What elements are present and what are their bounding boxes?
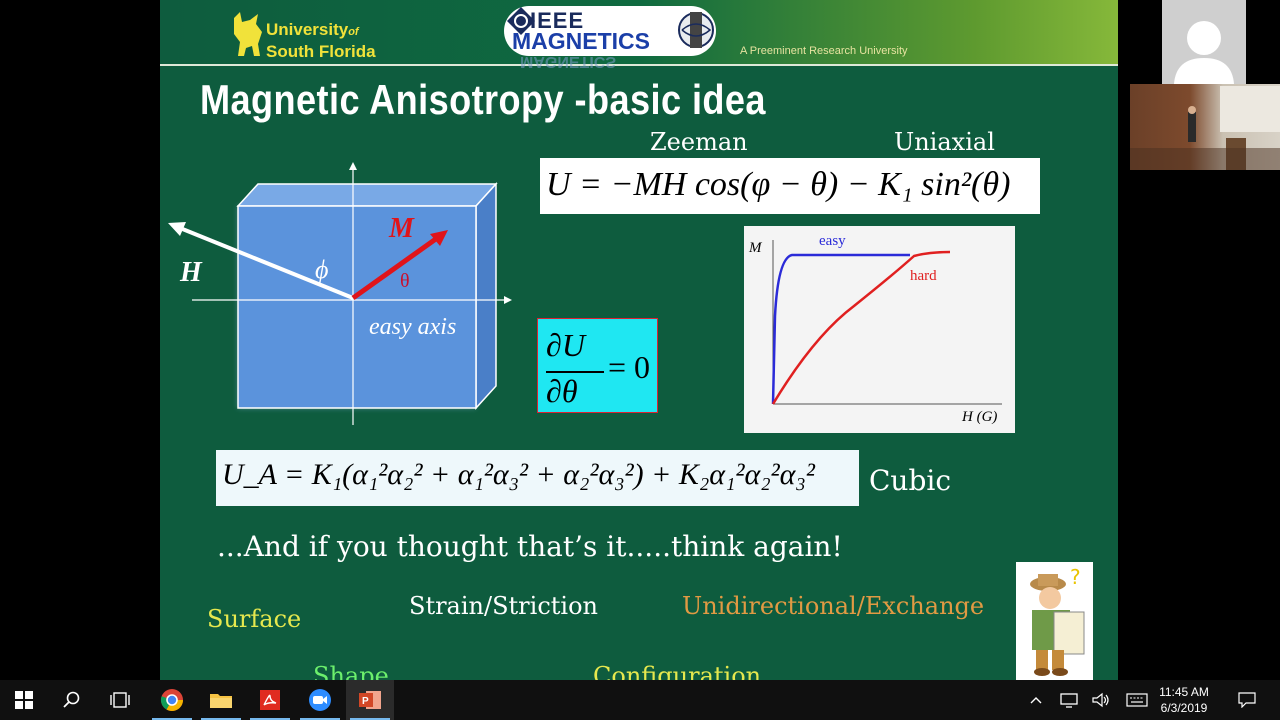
chrome-taskbar-button[interactable] [148, 680, 196, 720]
derivative-equation: ∂U ∂θ = 0 [537, 318, 658, 413]
search-icon [63, 691, 80, 708]
cube-side-face [475, 182, 497, 410]
notification-icon [1238, 692, 1256, 708]
header-divider [160, 64, 1118, 66]
touch-keyboard-button[interactable] [1120, 680, 1154, 720]
graph-y-label: M [749, 240, 762, 256]
usf-line1-small: of [348, 26, 359, 38]
zoom-icon [309, 689, 331, 711]
cube-top-face [236, 183, 498, 207]
derivative-denominator: ∂θ [546, 373, 578, 409]
cubic-label: Cubic [869, 464, 952, 497]
confused-explorer-cartoon: ? [1016, 562, 1093, 680]
taskbar-clock[interactable]: 11:45 AM 6/3/2019 [1152, 684, 1216, 716]
horizontal-axis-arrowhead [504, 296, 512, 304]
show-hidden-icons-button[interactable] [1022, 680, 1050, 720]
unidirectional-anisotropy-text: Unidirectional/Exchange [682, 592, 985, 620]
uniaxial-label: Uniaxial [894, 128, 995, 156]
clock-time: 11:45 AM [1159, 685, 1209, 699]
chevron-up-icon [1030, 697, 1042, 704]
volume-button[interactable] [1086, 680, 1116, 720]
derivative-numerator: ∂U [546, 327, 585, 363]
slide-title: Magnetic Anisotropy -basic idea [200, 76, 766, 123]
graph-x-label: H (G) [962, 409, 998, 425]
task-view-icon [110, 692, 130, 708]
svg-text:P: P [362, 696, 369, 707]
derivative-equals: = 0 [608, 349, 651, 385]
file-explorer-icon [210, 694, 232, 708]
powerpoint-icon: P [359, 691, 381, 709]
user-avatar-icon [1174, 21, 1234, 84]
m-label: M [389, 213, 414, 244]
desktop-screen: Universityof South Florida IEEE MAGNETIC… [0, 0, 1280, 720]
hard-curve-label: hard [910, 268, 937, 284]
file-explorer-taskbar-button[interactable] [197, 680, 245, 720]
cube-anisotropy-diagram [168, 162, 512, 425]
usf-tagline: A Preeminent Research University [740, 45, 908, 57]
task-view-button[interactable] [96, 680, 144, 720]
svg-text:?: ? [1070, 565, 1081, 589]
cubic-anisotropy-equation: U_A = K₁(α₁²α₂² + α₁²α₃² + α₂²α₃²) + K₂α… [216, 450, 859, 506]
globe-magnet-icon [678, 12, 714, 48]
h-label: H [180, 257, 202, 288]
surface-anisotropy-text: Surface [207, 605, 302, 633]
think-again-text: ...And if you thought that’s it.....thin… [217, 530, 843, 563]
zoom-taskbar-button[interactable] [296, 680, 344, 720]
keyboard-icon [1126, 693, 1148, 707]
windows-taskbar: P 11:45 AM 6/3/2019 [0, 680, 1280, 720]
clock-date: 6/3/2019 [1160, 701, 1208, 715]
magnetization-curve-graph: M H (G) easy hard [744, 226, 1015, 433]
easy-axis-label: easy axis [369, 314, 457, 340]
acrobat-taskbar-button[interactable] [246, 680, 294, 720]
usf-line1: University [266, 20, 349, 39]
speaker-icon [1092, 692, 1109, 708]
theta-label: θ [400, 270, 410, 292]
shape-anisotropy-text: Shape [313, 662, 389, 680]
vertical-axis-arrowhead [349, 162, 357, 170]
network-button[interactable] [1054, 680, 1084, 720]
presentation-slide: Universityof South Florida IEEE MAGNETIC… [160, 0, 1118, 680]
powerpoint-taskbar-button[interactable]: P [346, 680, 394, 720]
explorer-illustration-icon: ? [1030, 565, 1085, 676]
magnetization-plot-svg [771, 240, 1002, 405]
acrobat-icon [260, 690, 280, 710]
network-icon [1060, 693, 1078, 708]
chrome-icon [160, 689, 183, 711]
windows-start-icon [15, 691, 33, 709]
start-button[interactable] [0, 680, 48, 720]
usf-wordmark: Universityof South Florida [266, 20, 376, 61]
action-center-button[interactable] [1226, 680, 1268, 720]
magnetics-text: MAGNETICS [512, 28, 650, 54]
magnetics-reflection: MAGNETICS [520, 53, 616, 70]
search-button[interactable] [48, 680, 96, 720]
easy-curve-label: easy [819, 233, 846, 249]
lecture-room-scene [1130, 86, 1280, 170]
usf-line2: South Florida [266, 42, 376, 61]
configuration-anisotropy-text: Configuration [593, 662, 762, 680]
zeeman-label: Zeeman [650, 128, 748, 156]
participant-video-placeholder[interactable] [1162, 0, 1246, 84]
strain-anisotropy-text: Strain/Striction [409, 592, 598, 620]
phi-label: ϕ [315, 255, 329, 284]
participant-video-lecture-room[interactable] [1130, 84, 1280, 170]
energy-equation: U = −MH cos(φ − θ) − K₁ sin²(θ) [540, 158, 1040, 214]
